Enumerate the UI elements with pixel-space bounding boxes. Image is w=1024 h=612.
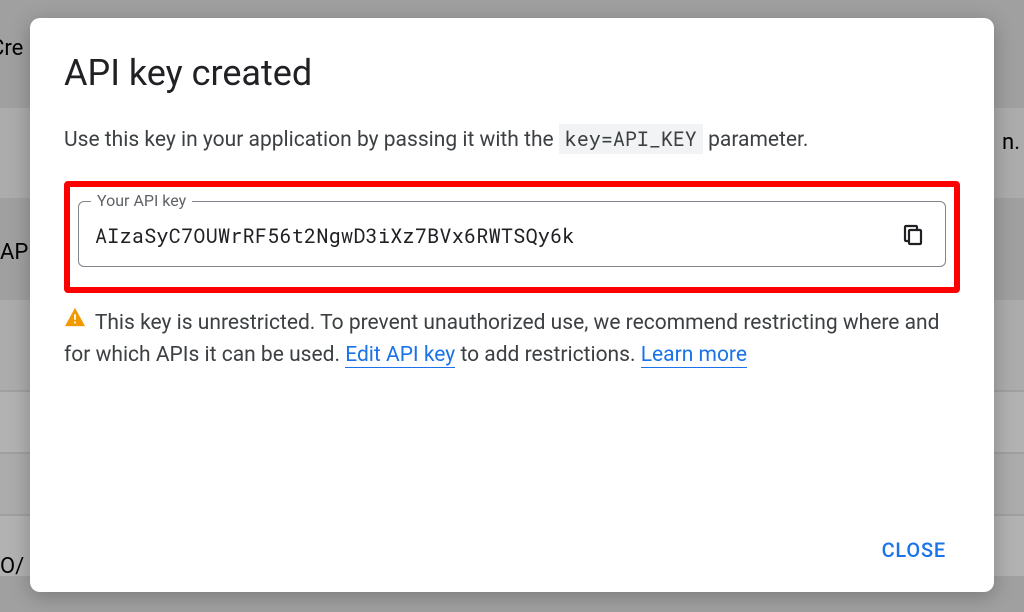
param-code: key=API_KEY (559, 124, 703, 154)
close-button[interactable]: CLOSE (868, 528, 960, 572)
dialog-title: API key created (64, 52, 960, 94)
bg-text: AP (0, 240, 28, 265)
warning-text-2: to add restrictions. (455, 343, 641, 367)
api-key-highlight: Your API key AIzaSyC7OUWrRF56t2NgwD3iXz7… (64, 181, 960, 293)
api-key-field: Your API key AIzaSyC7OUWrRF56t2NgwD3iXz7… (78, 201, 946, 267)
bg-text: O/ (0, 554, 24, 579)
learn-more-link[interactable]: Learn more (641, 343, 747, 368)
api-key-value: AIzaSyC7OUWrRF56t2NgwD3iXz7BVx6RWTSQy6k (95, 223, 897, 249)
bg-text: Cre (0, 36, 23, 61)
dialog-actions: CLOSE (64, 508, 960, 572)
bg-text: n. (1002, 130, 1020, 155)
desc-text-pre: Use this key in your application by pass… (64, 128, 559, 152)
edit-api-key-link[interactable]: Edit API key (345, 343, 455, 368)
copy-button[interactable] (897, 218, 929, 254)
field-label: Your API key (91, 191, 192, 210)
warning-icon (64, 305, 86, 338)
api-key-created-dialog: API key created Use this key in your app… (30, 18, 994, 592)
copy-icon (901, 222, 925, 246)
warning-message: This key is unrestricted. To prevent una… (64, 307, 960, 372)
desc-text-post: parameter. (703, 128, 809, 152)
dialog-description: Use this key in your application by pass… (64, 124, 960, 157)
